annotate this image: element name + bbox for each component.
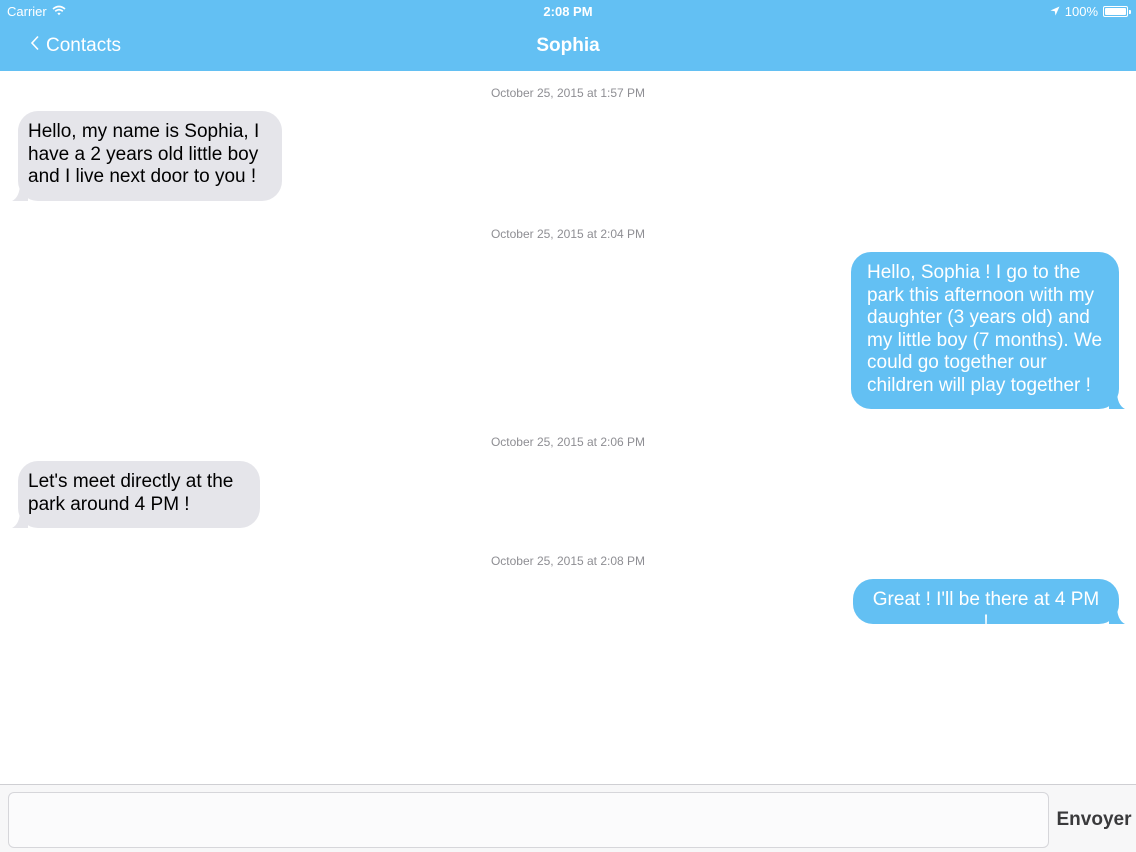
- message-timestamp: October 25, 2015 at 2:08 PM: [490, 554, 646, 568]
- battery-icon: [1103, 6, 1131, 17]
- outgoing-message-bubble[interactable]: Great ! I'll be there at 4 PM !: [853, 579, 1125, 633]
- message-list[interactable]: October 25, 2015 at 1:57 PM Hello, my na…: [0, 71, 1136, 784]
- incoming-message-bubble[interactable]: Let's meet directly at the park around 4…: [12, 461, 260, 528]
- battery-percent: 100%: [1064, 4, 1098, 19]
- message-timestamp: October 25, 2015 at 2:04 PM: [490, 227, 646, 241]
- message-line: park around 4 PM !: [28, 493, 190, 515]
- send-button[interactable]: Envoyer: [1052, 792, 1136, 848]
- conversation-title: Sophia: [536, 35, 600, 56]
- message-text: Let's meet directly at the park around 4…: [28, 471, 244, 516]
- outgoing-message-bubble[interactable]: Hello, Sophia ! I go to the park this af…: [851, 252, 1125, 409]
- message-timestamp: October 25, 2015 at 1:57 PM: [490, 86, 646, 100]
- incoming-message-bubble[interactable]: Hello, my name is Sophia, I have a 2 yea…: [12, 111, 282, 201]
- message-line: children will play together !: [867, 374, 1091, 396]
- message-line: park this afternoon with my: [867, 284, 1095, 306]
- composer-bar: Envoyer: [0, 784, 1136, 852]
- status-right-group: 100%: [1050, 4, 1131, 19]
- message-line: Let's meet directly at the: [28, 471, 234, 492]
- status-bar: Carrier 2:08 PM 100%: [0, 0, 1136, 22]
- message-timestamp: October 25, 2015 at 2:06 PM: [490, 435, 646, 449]
- top-bar: Carrier 2:08 PM 100% Contacts Sophia: [0, 0, 1136, 71]
- message-line: Hello, my name is Sophia, I: [28, 121, 260, 142]
- message-line: could go together our: [867, 352, 1047, 373]
- message-text: Hello, my name is Sophia, I have a 2 yea…: [28, 121, 266, 189]
- message-line: and I live next door to you !: [28, 166, 257, 187]
- status-time: 2:08 PM: [543, 4, 593, 19]
- message-text: Hello, Sophia ! I go to the park this af…: [867, 262, 1103, 397]
- message-line: my little boy (7 months). We: [867, 329, 1103, 351]
- navigation-bar: Contacts Sophia: [0, 22, 1136, 71]
- message-line: have a 2 years old little boy: [28, 143, 259, 165]
- message-text: Great ! I'll be there at 4 PM !: [869, 589, 1103, 634]
- message-line: Hello, Sophia ! I go to the: [867, 262, 1081, 283]
- messages-screen: Carrier 2:08 PM 100% Contacts Sophia Oct…: [0, 0, 1136, 852]
- message-line: Great ! I'll be there at 4 PM !: [872, 589, 1100, 633]
- message-line: daughter (3 years old) and: [867, 307, 1090, 328]
- message-input[interactable]: [8, 792, 1049, 848]
- location-arrow-icon: [1050, 4, 1060, 19]
